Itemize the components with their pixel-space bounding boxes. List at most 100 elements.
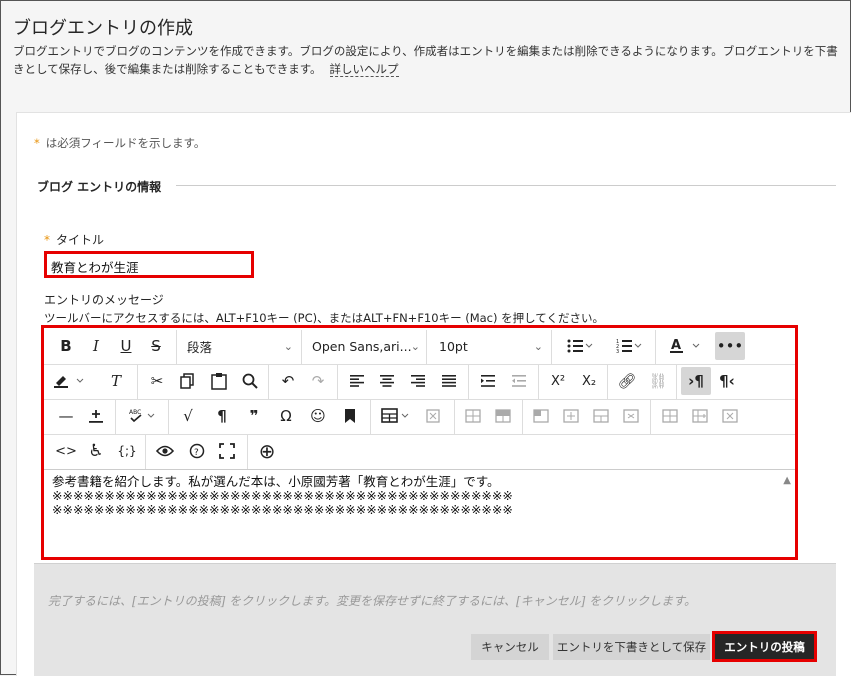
table-insert-row-button[interactable] xyxy=(556,402,586,430)
undo-icon: ↶ xyxy=(281,372,295,390)
underline-button[interactable]: U xyxy=(111,332,141,360)
table-col-after-button[interactable] xyxy=(685,402,715,430)
help-button[interactable]: ? xyxy=(182,437,212,465)
delete-table-button[interactable] xyxy=(418,402,448,430)
svg-text:A: A xyxy=(671,338,681,353)
bookmark-button[interactable] xyxy=(335,402,365,430)
align-left-button[interactable] xyxy=(342,367,372,395)
content-line: ※※※※※※※※※※※※※※※※※※※※※※※※※※※※※※※※※※※※※※※※… xyxy=(52,488,513,503)
align-center-button[interactable] xyxy=(372,367,402,395)
title-label-text: タイトル xyxy=(56,233,105,247)
align-right-button[interactable] xyxy=(403,367,433,395)
toolbar-row-2: T ✂ ↶ ↷ X² X₂ 🔗︎ ⛓ › ¶ ¶ ‹ xyxy=(44,365,795,400)
redo-icon: ↷ xyxy=(311,372,325,390)
strikethrough-button[interactable]: S xyxy=(141,332,171,360)
align-justify-button[interactable] xyxy=(434,367,464,395)
bold-button[interactable]: B xyxy=(51,332,81,360)
horizontal-line-button[interactable]: — xyxy=(51,402,81,430)
cancel-button[interactable]: キャンセル xyxy=(471,634,549,660)
align-justify-icon xyxy=(442,375,456,387)
svg-text:?: ? xyxy=(194,448,199,458)
font-family-dropdown[interactable]: Open Sans,ari... ⌄ xyxy=(302,332,426,360)
post-entry-button[interactable]: エントリの投稿 xyxy=(712,631,817,662)
table-delete-row-icon xyxy=(623,409,639,423)
rtl-pilcrow: ¶ xyxy=(719,372,729,390)
title-label: * タイトル xyxy=(44,231,104,248)
table-delete-row-button[interactable] xyxy=(616,402,646,430)
highlighter-icon xyxy=(54,376,84,388)
font-size-dropdown[interactable]: 10pt ⌄ xyxy=(427,332,549,360)
toolbar-separator xyxy=(145,435,146,469)
help-link[interactable]: 詳しいヘルプ xyxy=(329,62,399,77)
required-note: * は必須フィールドを示します。 xyxy=(34,135,205,151)
font-family-value: Open Sans,ari... xyxy=(312,338,412,354)
toolbar-separator xyxy=(522,400,523,434)
table-cell-props-button[interactable] xyxy=(526,402,556,430)
cut-button[interactable]: ✂ xyxy=(142,367,172,395)
add-content-button[interactable]: ⊕ xyxy=(252,437,282,465)
outdent-button[interactable] xyxy=(504,367,534,395)
blockquote-button[interactable]: ❞ xyxy=(239,402,269,430)
table-col-before-button[interactable] xyxy=(655,402,685,430)
numbered-list-icon: 123 xyxy=(616,339,642,354)
copy-button[interactable] xyxy=(172,367,202,395)
content-line: 参考書籍を紹介します。私が選んだ本は、小原國芳著「教育とわが生涯」です。 xyxy=(52,474,500,489)
preview-button[interactable] xyxy=(150,437,180,465)
numbered-list-button[interactable]: 123 xyxy=(607,332,651,360)
rtl-button[interactable]: ¶ ‹ xyxy=(712,367,742,395)
rtl-icon: ‹ xyxy=(728,372,735,390)
table-row-before-button[interactable] xyxy=(458,402,488,430)
ltr-pilcrow: ¶ xyxy=(694,372,704,390)
subscript-button[interactable]: X₂ xyxy=(574,367,604,395)
spellcheck-button[interactable]: ABC xyxy=(120,402,164,430)
indent-button[interactable] xyxy=(473,367,503,395)
special-character-button[interactable]: Ω xyxy=(271,402,301,430)
scroll-up-arrow-icon[interactable]: ▲ xyxy=(783,475,791,486)
code-sample-button[interactable]: {;} xyxy=(112,437,142,465)
editor-content[interactable]: 参考書籍を紹介します。私が選んだ本は、小原國芳著「教育とわが生涯」です。 ※※※… xyxy=(52,475,782,517)
undo-button[interactable]: ↶ xyxy=(273,367,303,395)
find-button[interactable] xyxy=(235,367,265,395)
fullscreen-button[interactable] xyxy=(212,437,242,465)
chevron-down-icon: ⌄ xyxy=(410,339,420,353)
emoticons-button[interactable]: ☺ xyxy=(303,402,333,430)
remove-link-button[interactable]: ⛓ xyxy=(643,367,673,395)
more-button[interactable]: ••• xyxy=(715,332,745,360)
table-insert-icon xyxy=(563,409,579,423)
redo-button[interactable]: ↷ xyxy=(303,367,333,395)
table-delete-col-button[interactable] xyxy=(715,402,745,430)
source-code-button[interactable]: <> xyxy=(51,437,81,465)
table-insert-after-button[interactable] xyxy=(586,402,616,430)
text-color-button[interactable]: A xyxy=(663,332,709,360)
insert-link-button[interactable]: 🔗︎ xyxy=(612,367,642,395)
block-format-dropdown[interactable]: 段落 ⌄ xyxy=(177,332,299,360)
highlight-color-button[interactable] xyxy=(48,367,92,395)
copy-icon xyxy=(180,373,194,389)
paragraph-marks-button[interactable]: ¶ xyxy=(207,402,237,430)
save-draft-button[interactable]: エントリを下書きとして保存 xyxy=(553,634,710,660)
italic-button[interactable]: I xyxy=(81,332,111,360)
font-size-value: 10pt xyxy=(439,338,468,354)
math-button[interactable]: √ xyxy=(173,402,203,430)
chevron-down-icon: ⌄ xyxy=(533,339,543,353)
rich-text-editor: B I U S 段落 ⌄ Open Sans,ari... ⌄ 10pt ⌄ 123 … xyxy=(41,325,798,560)
align-right-icon xyxy=(411,375,425,387)
braces-icon: {;} xyxy=(117,444,137,458)
table-row-after-button[interactable] xyxy=(488,402,518,430)
required-star: * xyxy=(34,136,40,150)
indent-icon xyxy=(481,375,495,387)
bullet-list-button[interactable] xyxy=(558,332,602,360)
toolbar-separator xyxy=(268,365,269,399)
insert-anchor-button[interactable] xyxy=(81,402,111,430)
footer-instructions: 完了するには、[エントリの投稿] をクリックします。変更を保存せずに終了するには… xyxy=(48,594,696,608)
accessibility-button[interactable]: ♿ xyxy=(81,437,111,465)
ltr-button[interactable]: › ¶ xyxy=(681,367,711,395)
align-left-icon xyxy=(350,375,364,387)
title-input[interactable]: 教育とわが生涯 xyxy=(44,251,254,278)
superscript-button[interactable]: X² xyxy=(543,367,573,395)
toolbar-separator xyxy=(468,365,469,399)
clear-format-button[interactable]: T xyxy=(101,367,131,395)
table-button[interactable] xyxy=(374,402,418,430)
paste-button[interactable] xyxy=(204,367,234,395)
content-line: ※※※※※※※※※※※※※※※※※※※※※※※※※※※※※※※※※※※※※※※※… xyxy=(52,502,513,517)
